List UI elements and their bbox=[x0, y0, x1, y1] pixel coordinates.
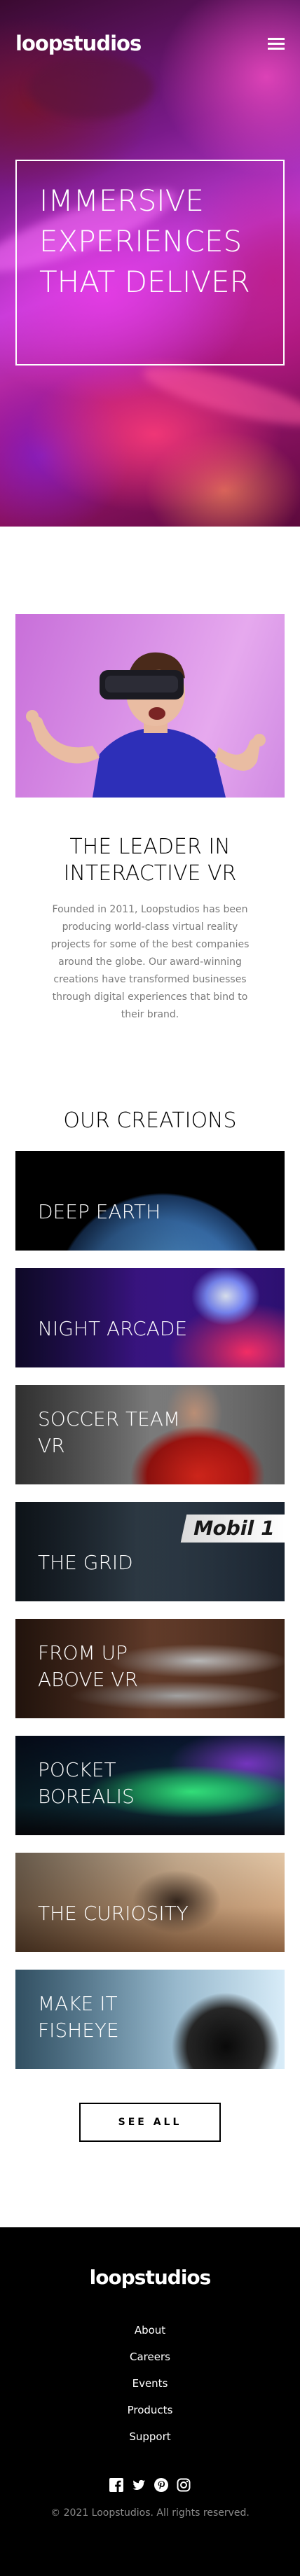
vr-man-illustration bbox=[26, 652, 266, 798]
copyright-text: © 2021 Loopstudios. All rights reserved. bbox=[50, 2507, 250, 2519]
creation-card-soccer-team-vr[interactable]: Soccer Team VR bbox=[15, 1385, 285, 1484]
creation-label: Pocket Borealis bbox=[38, 1758, 135, 1808]
creation-card-night-arcade[interactable]: Night Arcade bbox=[15, 1268, 285, 1367]
leader-description: Founded in 2011, Loopstudios has been pr… bbox=[50, 904, 250, 1020]
facebook-icon[interactable] bbox=[109, 2478, 123, 2492]
footer-link-events[interactable]: Events bbox=[0, 2370, 300, 2397]
footer-link-products[interactable]: Products bbox=[0, 2397, 300, 2423]
creation-label: From up above VR bbox=[38, 1641, 138, 1691]
hero-title-box: Immersive experiences that deliver bbox=[15, 160, 285, 365]
creations-heading: Our creations bbox=[63, 1108, 237, 1133]
leader-heading: The leader in interactive VR bbox=[63, 835, 237, 886]
hero-light-streak bbox=[138, 355, 300, 436]
top-navigation-bar: loopstudios bbox=[0, 0, 300, 87]
hero-title: Immersive experiences that deliver bbox=[39, 183, 250, 299]
footer-link-careers[interactable]: Careers bbox=[0, 2344, 300, 2370]
instagram-icon[interactable] bbox=[177, 2478, 191, 2492]
creation-card-deep-earth[interactable]: Deep Earth bbox=[15, 1151, 285, 1251]
site-footer: loopstudios About Careers Events Product… bbox=[0, 2227, 300, 2576]
hamburger-menu-icon[interactable] bbox=[268, 38, 285, 50]
creation-label: The Curiosity bbox=[38, 1902, 189, 1925]
site-logo[interactable]: loopstudios bbox=[15, 33, 142, 54]
creation-card-the-curiosity[interactable]: The Curiosity bbox=[15, 1853, 285, 1952]
creation-label: Make it fisheye bbox=[38, 1992, 119, 2042]
creation-card-make-it-fisheye[interactable]: Make it fisheye bbox=[15, 1970, 285, 2069]
footer-link-about[interactable]: About bbox=[0, 2317, 300, 2344]
footer-link-support[interactable]: Support bbox=[0, 2423, 300, 2450]
creation-label: Deep Earth bbox=[38, 1200, 161, 1223]
footer-navigation: About Careers Events Products Support bbox=[0, 2317, 300, 2450]
vr-headset-image bbox=[15, 614, 285, 798]
creation-card-pocket-borealis[interactable]: Pocket Borealis bbox=[15, 1736, 285, 1835]
creation-card-from-up-above-vr[interactable]: From up above VR bbox=[15, 1619, 285, 1718]
social-links bbox=[0, 2478, 300, 2492]
twitter-icon[interactable] bbox=[132, 2478, 146, 2492]
leader-section: The leader in interactive VR Founded in … bbox=[0, 527, 300, 1024]
creation-label: Soccer Team VR bbox=[38, 1407, 181, 1457]
creation-card-the-grid[interactable]: Mobil 1 The Grid bbox=[15, 1502, 285, 1601]
hero-section: loopstudios Immersive experiences that d… bbox=[0, 0, 300, 527]
see-all-button[interactable]: See all bbox=[79, 2103, 221, 2142]
creation-label: The Grid bbox=[38, 1551, 133, 1574]
creations-section: Our creations Deep Earth Night Arcade So… bbox=[0, 1024, 300, 2142]
footer-logo[interactable]: loopstudios bbox=[0, 2268, 300, 2288]
creation-label: Night Arcade bbox=[38, 1317, 188, 1340]
pinterest-icon[interactable] bbox=[154, 2478, 168, 2492]
